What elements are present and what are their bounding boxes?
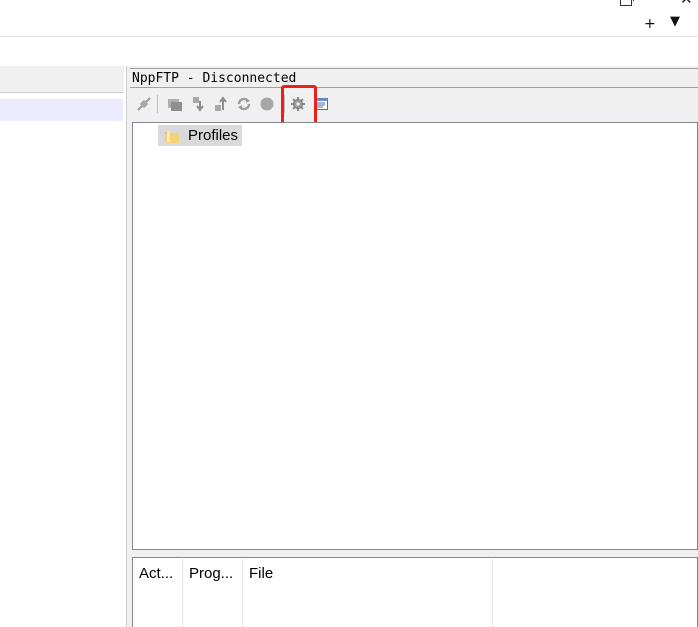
queue-column-action[interactable]: Act... — [133, 559, 182, 589]
refresh-icon[interactable] — [236, 96, 252, 112]
folder-icon — [164, 129, 180, 143]
tab-list-dropdown-icon[interactable]: ▼ — [670, 14, 680, 29]
tree-item-label: Profiles — [188, 127, 239, 144]
tree-item-profiles[interactable]: Profiles — [158, 125, 243, 146]
left-panel-header — [0, 66, 124, 93]
connect-icon[interactable] — [136, 96, 152, 112]
close-icon[interactable]: ✕ — [680, 0, 693, 7]
nppftp-panel-title: NppFTP - Disconnected — [130, 68, 698, 88]
add-tab-button[interactable]: + — [644, 16, 656, 32]
window-titlebar — [0, 0, 698, 36]
upload-icon[interactable] — [213, 96, 229, 112]
download-icon[interactable] — [191, 96, 207, 112]
queue-column-progress[interactable]: Prog... — [183, 559, 242, 589]
toolbar-separator — [157, 95, 158, 113]
left-panel-selected-row[interactable] — [0, 99, 123, 121]
profiles-tree-view[interactable] — [132, 122, 698, 550]
left-side-panel — [0, 66, 127, 627]
tabbar-divider — [0, 36, 698, 37]
restore-window-icon[interactable] — [620, 0, 634, 6]
open-directory-icon[interactable] — [167, 96, 183, 112]
column-divider[interactable] — [492, 559, 493, 627]
queue-column-file[interactable]: File — [243, 559, 492, 589]
abort-icon[interactable] — [259, 96, 275, 112]
